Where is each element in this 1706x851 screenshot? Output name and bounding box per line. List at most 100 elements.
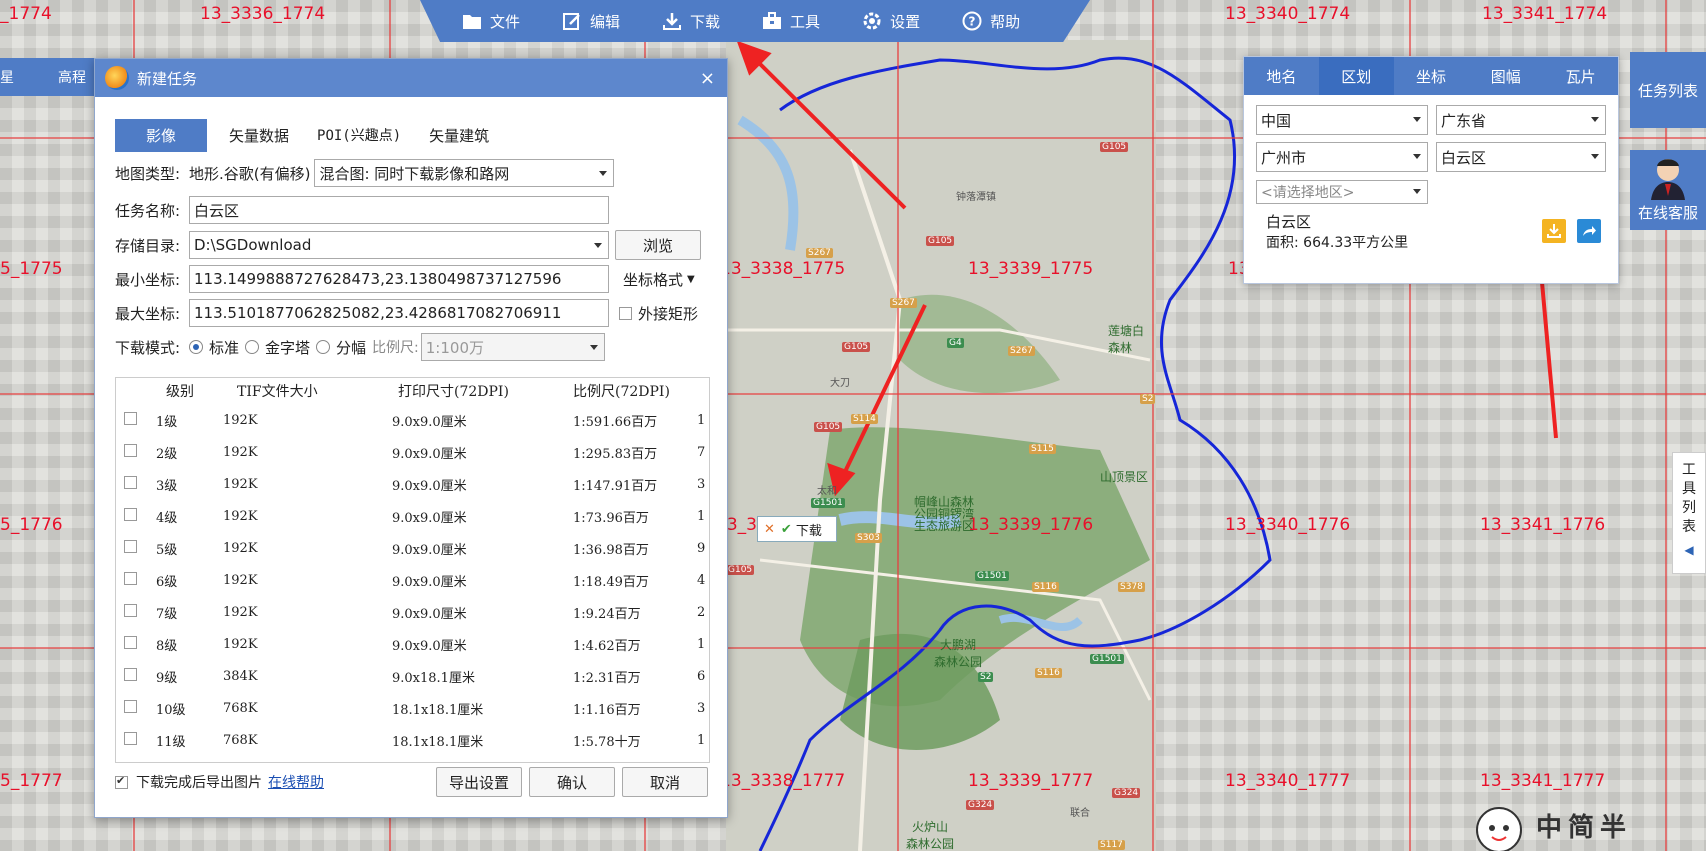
table-row[interactable]: 2级 192K 9.0x9.0厘米 1:295.83百万 7 [116,436,709,468]
map-download-label[interactable]: 下载 [796,520,822,539]
tab-vector-data[interactable]: 矢量数据 [229,119,289,152]
map-download-popup[interactable]: ✕ ✔ 下载 [757,516,837,542]
table-row[interactable]: 5级 192K 9.0x9.0厘米 1:36.98百万 9 [116,532,709,564]
cancel-button[interactable]: 取消 [622,767,708,797]
level-checkbox[interactable] [124,539,137,553]
scale-cell: 1:295.83百万 [573,446,658,462]
tab-poi[interactable]: POI(兴趣点) [317,119,401,152]
road-shield: G105 [814,422,843,432]
mode-standard-label: 标准 [209,338,240,357]
level-checkbox[interactable] [124,475,137,489]
level-checkbox[interactable] [124,571,137,585]
share-icon[interactable] [1577,219,1601,243]
tab-map-sheet[interactable]: 图幅 [1468,57,1543,95]
bounding-rect-checkbox[interactable] [619,306,632,320]
dialog-title: 新建任务 [137,69,198,88]
menu-help[interactable]: ? 帮助 [962,11,1020,32]
toolbar-item-satellite[interactable]: 星 [0,67,14,87]
tab-coordinate[interactable]: 坐标 [1394,57,1469,95]
print-size-cell: 9.0x9.0厘米 [392,478,467,494]
task-list-button[interactable]: 任务列表 [1630,52,1706,128]
download-region-icon[interactable] [1542,219,1566,243]
road-shield: S378 [1118,582,1145,592]
level-checkbox[interactable] [124,699,137,713]
table-row[interactable]: 8级 192K 9.0x9.0厘米 1:4.62百万 1 [116,628,709,660]
max-coord-input[interactable]: 113.5101877062825082,23.4286817082706911 [189,299,609,327]
print-size-cell: 9.0x9.0厘米 [392,638,467,654]
tab-division[interactable]: 区划 [1318,57,1394,95]
online-service-button[interactable]: 在线客服 [1630,150,1706,230]
mode-standard-radio[interactable] [189,340,203,354]
level-checkbox[interactable] [124,731,137,745]
tab-place-name[interactable]: 地名 [1244,57,1319,95]
table-row[interactable]: 10级 768K 18.1x18.1厘米 1:1.16百万 3 [116,692,709,724]
level-checkbox[interactable] [124,635,137,649]
level-checkbox[interactable] [124,507,137,521]
table-row[interactable]: 1级 192K 9.0x9.0厘米 1:591.66百万 1 [116,404,709,436]
table-row[interactable]: 3级 192K 9.0x9.0厘米 1:147.91百万 3 [116,468,709,500]
area-select[interactable]: <请选择地区> [1256,180,1428,204]
mode-tiled-radio[interactable] [316,340,331,354]
storage-select[interactable]: D:\SGDownload [189,231,609,259]
tab-vector-buildings[interactable]: 矢量建筑 [429,119,489,152]
table-row[interactable]: 6级 192K 9.0x9.0厘米 1:18.49百万 4 [116,564,709,596]
scale-cell: 1:73.96百万 [573,510,649,526]
scale-select[interactable]: 1:100万 [420,333,605,361]
province-select[interactable]: 广东省 [1436,105,1606,135]
road-shield: G324 [966,800,995,810]
level-checkbox[interactable] [124,443,137,457]
menu-edit[interactable]: 编辑 [562,11,620,32]
tab-tile[interactable]: 瓦片 [1543,57,1618,95]
chevron-down-icon [1591,154,1599,159]
table-row[interactable]: 9级 384K 9.0x18.1厘米 1:2.31百万 6 [116,660,709,692]
table-row[interactable]: 4级 192K 9.0x9.0厘米 1:73.96百万 1 [116,500,709,532]
close-icon[interactable]: ✕ [764,522,775,537]
mode-pyramid-radio[interactable] [245,340,260,354]
task-name-input[interactable]: 白云区 [189,196,609,224]
menu-settings[interactable]: 设置 [862,11,920,32]
extra-cell: 1 [696,412,706,428]
confirm-button[interactable]: 确认 [529,767,615,797]
tool-list-tab[interactable]: 工 具 列 表 ◀ [1672,452,1706,574]
tile-label: 13_3341_1777 [1480,771,1606,791]
road-shield: S2 [1140,394,1156,404]
menu-tools[interactable]: 工具 [762,11,820,32]
level-checkbox[interactable] [124,411,137,425]
tile-label: 13_3341_1776 [1480,515,1606,535]
table-row[interactable]: 12级1.69M27.1x27.1厘米1:2.89十万7 [116,756,709,762]
tile-label: 13_3340_1777 [1225,771,1351,791]
browse-button[interactable]: 浏览 [615,230,701,260]
map-type-row: 地图类型: 地形.谷歌(有偏移) 混合图: 同时下载影像和路网 [115,159,615,187]
menu-download[interactable]: 下载 [662,11,720,32]
export-after-checkbox[interactable] [115,774,128,789]
download-mode-label: 下载模式: [115,338,181,357]
road-shield: S2 [978,672,994,682]
min-coord-input[interactable]: 113.1499888727628473,23.1380498737127596 [189,265,609,293]
online-help-link[interactable]: 在线帮助 [268,772,324,792]
export-settings-button[interactable]: 导出设置 [436,767,522,797]
chevron-left-icon: ◀ [1684,543,1694,557]
task-name-value: 白云区 [194,201,240,220]
map-place-label: 钟落潭镇 [956,192,996,203]
map-place-label: 联合 [1070,808,1090,819]
table-row[interactable]: 11级 768K 18.1x18.1厘米 1:5.78十万 1 [116,724,709,756]
dialog-title-bar[interactable]: 新建任务 [95,59,727,97]
check-icon[interactable]: ✔ [781,522,792,537]
coord-format-button[interactable]: 坐标格式 ▼ [623,269,695,290]
district-select[interactable]: 白云区 [1436,142,1606,172]
tile-label: 13_3341_1774 [1482,4,1608,24]
city-value: 广州市 [1261,148,1307,167]
country-select[interactable]: 中国 [1256,105,1428,135]
size-cell: 1.69M [223,756,378,762]
toolbar-item-elevation[interactable]: 高程 [58,67,86,87]
city-select[interactable]: 广州市 [1256,142,1428,172]
level-table[interactable]: 级别 TIF文件大小 打印尺寸(72DPI) 比例尺(72DPI) 1级 192K… [115,377,710,763]
close-icon[interactable]: × [700,68,715,89]
level-checkbox[interactable] [124,603,137,617]
table-row[interactable]: 7级 192K 9.0x9.0厘米 1:9.24百万 2 [116,596,709,628]
map-mode-select[interactable]: 混合图: 同时下载影像和路网 [314,159,615,187]
menu-file[interactable]: 文件 [462,11,520,32]
level-checkbox[interactable] [124,667,137,681]
tab-imagery[interactable]: 影像 [115,119,207,152]
chevron-down-icon [1413,117,1421,122]
